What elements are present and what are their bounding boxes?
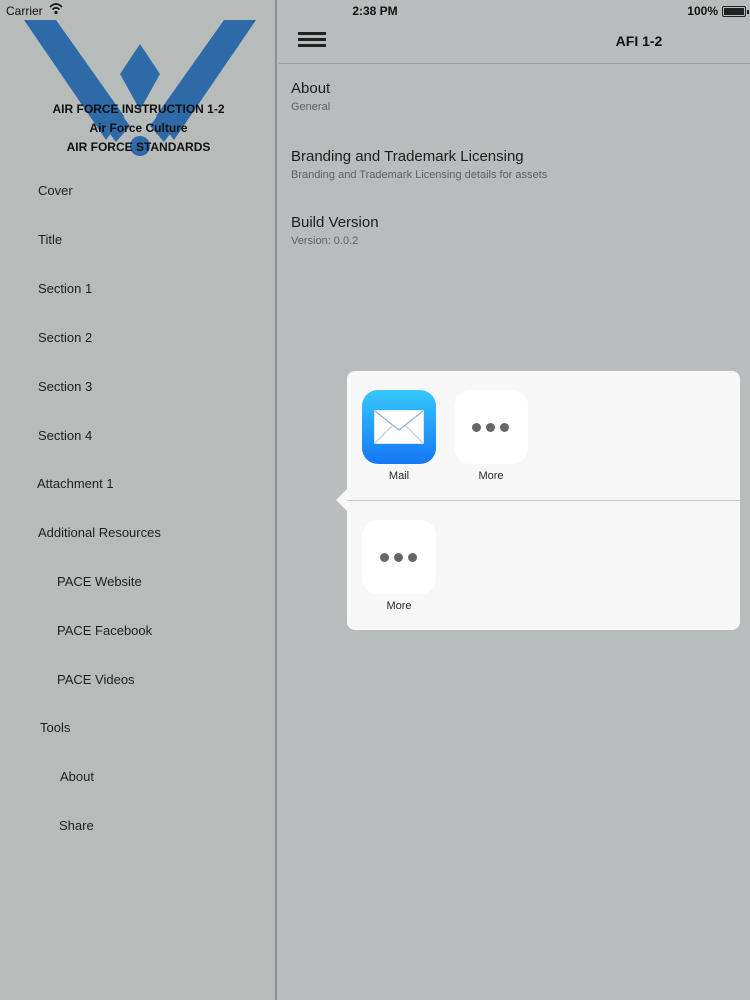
list-item-subtitle: Branding and Trademark Licensing details… [291, 169, 548, 181]
battery-icon [722, 6, 749, 17]
share-sheet-popover: Mail More More [347, 371, 740, 630]
action-more-button[interactable]: More [361, 520, 437, 612]
list-item-branding[interactable]: Branding and Trademark Licensing Brandin… [291, 148, 731, 181]
sidebar-item-section-4[interactable]: Section 4 [38, 428, 92, 443]
share-more-button[interactable]: More [453, 390, 529, 482]
sidebar-item-pace-videos[interactable]: PACE Videos [57, 672, 135, 687]
logo-standards: AIR FORCE STANDARDS [66, 140, 211, 154]
page-title: AFI 1-2 [615, 33, 663, 49]
share-mail-button[interactable]: Mail [361, 390, 437, 482]
sidebar-item-section-2[interactable]: Section 2 [38, 330, 92, 345]
sidebar-item-pace-website[interactable]: PACE Website [57, 574, 142, 589]
list-item-build-version[interactable]: Build Version Version: 0.0.2 [291, 214, 731, 247]
list-item-title: Build Version [291, 214, 379, 231]
mail-icon [362, 390, 436, 464]
list-item-subtitle: Version: 0.0.2 [291, 235, 359, 247]
battery-percent: 100% [687, 4, 718, 18]
status-bar: Carrier 2:38 PM 100% [0, 0, 750, 22]
more-icon [454, 390, 528, 464]
sidebar-item-pace-facebook[interactable]: PACE Facebook [57, 623, 152, 638]
list-item-title: About [291, 80, 331, 97]
sidebar-item-share[interactable]: Share [59, 818, 94, 833]
list-item-title: Branding and Trademark Licensing [291, 148, 524, 165]
sidebar-item-section-1[interactable]: Section 1 [38, 281, 92, 296]
share-more-label: More [478, 470, 504, 482]
logo-subtitle: Air Force Culture [89, 121, 188, 135]
sidebar-item-about[interactable]: About [60, 769, 94, 784]
sidebar-item-section-3[interactable]: Section 3 [38, 379, 92, 394]
list-item-subtitle: General [291, 101, 331, 113]
sidebar-item-tools[interactable]: Tools [40, 720, 70, 735]
sidebar: AIR FORCE INSTRUCTION 1-2 Air Force Cult… [0, 0, 277, 1000]
hamburger-menu-icon[interactable] [298, 32, 326, 52]
sidebar-item-title[interactable]: Title [38, 232, 62, 247]
sidebar-item-attachment-1[interactable]: Attachment 1 [37, 476, 114, 491]
logo-title: AIR FORCE INSTRUCTION 1-2 [52, 102, 225, 116]
more-icon [362, 520, 436, 594]
status-time: 2:38 PM [352, 4, 398, 18]
sidebar-item-additional-resources[interactable]: Additional Resources [38, 525, 161, 540]
popover-divider [347, 500, 740, 501]
share-mail-label: Mail [388, 470, 410, 482]
action-more-label: More [386, 600, 412, 612]
sidebar-item-cover[interactable]: Cover [38, 183, 73, 198]
list-item-about[interactable]: About General [291, 80, 731, 113]
nav-header: AFI 1-2 [279, 22, 750, 64]
